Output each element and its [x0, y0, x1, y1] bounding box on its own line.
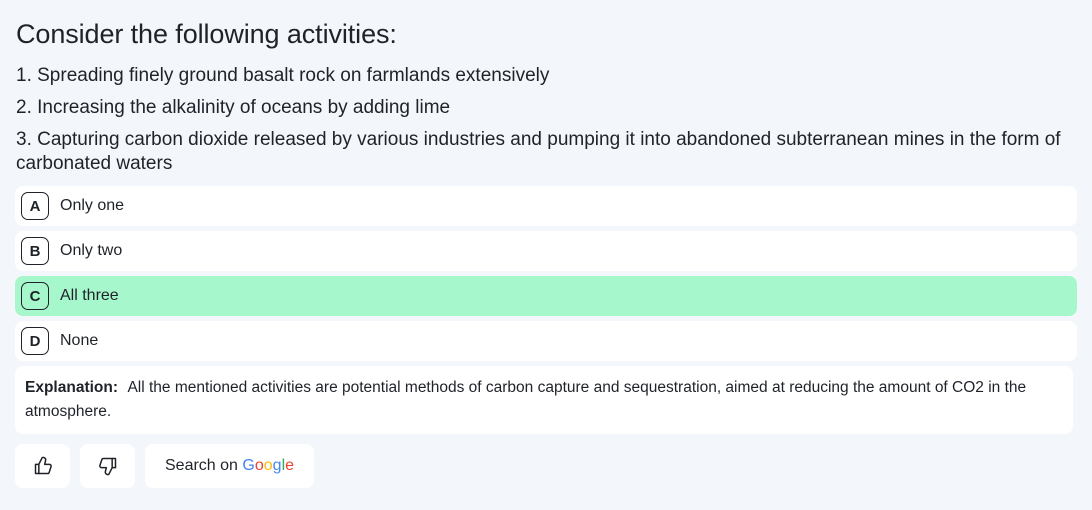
option-text: All three — [60, 287, 119, 304]
explanation-label: Explanation: — [25, 379, 119, 396]
question-card: Consider the following activities: 1. Sp… — [0, 0, 1092, 510]
option-text: Only two — [60, 242, 123, 259]
thumbs-down-button[interactable] — [80, 444, 135, 488]
option-d[interactable]: D None — [15, 321, 1077, 361]
search-prefix: Search on — [165, 457, 238, 474]
option-letter: D — [21, 327, 49, 355]
action-bar: Search on Google — [15, 444, 1077, 488]
option-list: A Only one B Only two C All three D None — [15, 186, 1077, 361]
option-letter: B — [21, 237, 49, 265]
question-title: Consider the following activities: — [16, 19, 397, 49]
option-letter: A — [21, 192, 49, 220]
option-b[interactable]: B Only two — [15, 231, 1077, 271]
option-text: None — [60, 332, 99, 349]
option-text: Only one — [60, 197, 125, 214]
option-letter: C — [21, 282, 49, 310]
statement-item: 2. Increasing the alkalinity of oceans b… — [16, 97, 451, 118]
statement-item: 3. Capturing carbon dioxide released by … — [16, 129, 1061, 174]
statement-list: 1. Spreading finely ground basalt rock o… — [15, 64, 1077, 176]
google-wordmark: Google — [242, 457, 295, 474]
explanation-box: Explanation: All the mentioned activitie… — [15, 366, 1073, 434]
thumbs-up-button[interactable] — [15, 444, 70, 488]
option-a[interactable]: A Only one — [15, 186, 1077, 226]
explanation-text: All the mentioned activities are potenti… — [25, 379, 1027, 420]
option-c[interactable]: C All three — [15, 276, 1077, 316]
statement-item: 1. Spreading finely ground basalt rock o… — [16, 65, 550, 86]
search-on-google-button[interactable]: Search on Google — [145, 444, 315, 488]
thumbs-down-icon — [98, 456, 118, 476]
thumbs-up-icon — [33, 456, 53, 476]
